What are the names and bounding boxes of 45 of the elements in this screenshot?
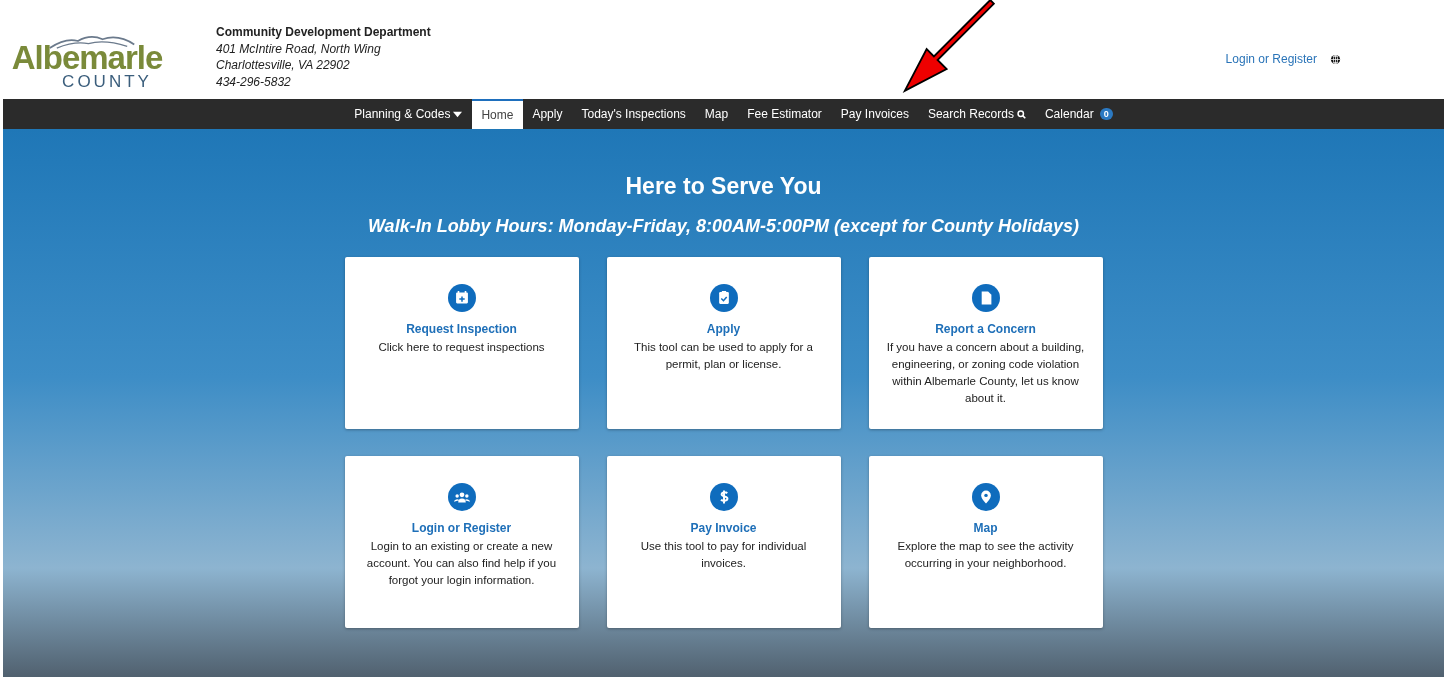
- service-card[interactable]: Login or Register Login to an existing or create a new account. You can also find help if you forgot your login information.: [344, 456, 579, 628]
- nav-tab[interactable]: Fee Estimator: [737, 99, 832, 129]
- location-pin-icon: [971, 483, 1000, 511]
- address-line: Charlottesville, VA 22902: [216, 57, 351, 74]
- address-line: 401 McIntire Road, North Wing: [216, 40, 382, 57]
- service-card[interactable]: Map Explore the map to see the activity occurring in your neighborhood.: [868, 456, 1103, 628]
- search-icon: [1016, 109, 1026, 119]
- nav-tab[interactable]: Today's Inspections: [571, 99, 696, 129]
- card-description: Click here to request inspections: [378, 340, 545, 355]
- card-title: Report a Concern: [935, 322, 1036, 336]
- nav-tab[interactable]: Apply: [522, 99, 572, 129]
- card-title: Pay Invoice: [690, 521, 757, 535]
- clipboard-icon: [709, 284, 738, 312]
- nav-tab[interactable]: Planning & Codes: [344, 99, 472, 129]
- nav-tab[interactable]: Home: [471, 99, 523, 129]
- card-description: Login to an existing or create a new account. You can also find help if you forgot your login information.: [365, 539, 558, 588]
- card-title: Apply: [706, 322, 741, 336]
- users-icon: [447, 483, 476, 511]
- service-card[interactable]: Apply This tool can be used to apply for a permit, plan or license.: [606, 257, 841, 429]
- service-card[interactable]: Pay Invoice Use this tool to pay for individual invoices.: [606, 456, 841, 628]
- card-description: If you have a concern about a building, engineering, or zoning code violation within Albemarle County, let us know about it.: [885, 340, 1086, 406]
- card-description: This tool can be used to apply for a permit, plan or license.: [633, 340, 814, 372]
- card-title: Request Inspection: [406, 322, 517, 336]
- card-description: Use this tool to pay for individual invoices.: [639, 539, 808, 571]
- nav-tab[interactable]: Pay Invoices: [831, 99, 919, 129]
- lobby-hours: Walk-In Lobby Hours: Monday-Friday, 8:00AM-5:00PM (except for County Holidays): [367, 216, 1080, 237]
- document-icon: [971, 284, 1000, 312]
- calendar-icon: [447, 284, 476, 312]
- nav-tab[interactable]: Map: [695, 99, 738, 129]
- card-title: Map: [973, 521, 998, 535]
- service-card[interactable]: Report a Concern If you have a concern about a building, engineering, or zoning code violation within Albemarle County, let us know about it.: [868, 257, 1103, 429]
- card-description: Explore the map to see the activity occurring in your neighborhood.: [896, 539, 1075, 571]
- card-title: Login or Register: [411, 521, 512, 535]
- dollar-icon: [709, 483, 738, 511]
- service-card[interactable]: Request Inspection Click here to request inspections: [344, 257, 579, 429]
- caret-icon: [453, 109, 463, 119]
- hero-title: Here to Serve You: [625, 173, 822, 200]
- globe-icon[interactable]: [1330, 53, 1341, 65]
- count-badge: 0: [1099, 108, 1113, 120]
- county-logo[interactable]: Albemarle COUNTY: [12, 32, 162, 89]
- department-name: Community Development Department: [216, 24, 431, 41]
- nav-tab[interactable]: Search Records: [918, 99, 1036, 129]
- nav-tab[interactable]: Calendar 0: [1035, 99, 1123, 129]
- login-register-link[interactable]: Login or Register: [1225, 52, 1317, 66]
- phone-number: 434-296-5832: [216, 73, 292, 90]
